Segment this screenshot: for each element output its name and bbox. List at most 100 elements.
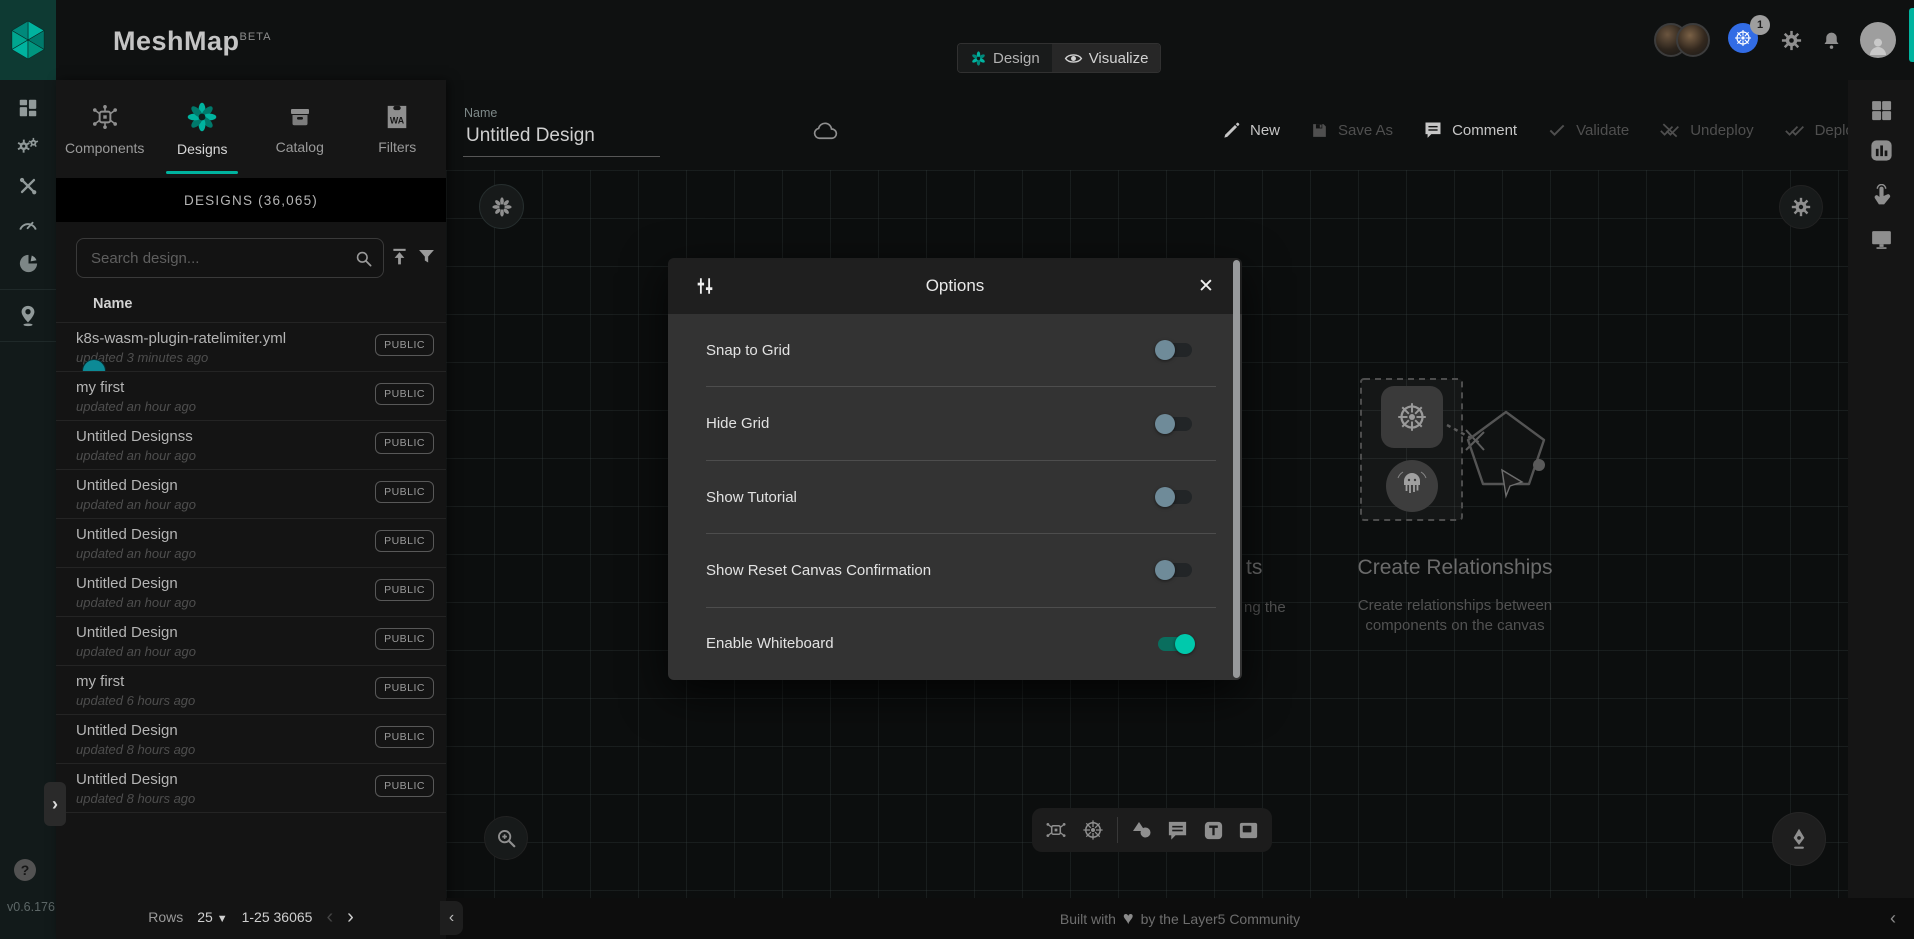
page-size-select[interactable]: 25 ▼ [197,909,227,925]
tab-designs[interactable]: Designs [154,80,252,178]
canvas-modes-fab[interactable] [479,184,524,229]
design-row[interactable]: Untitled Design updated 8 hours ago PUBL… [56,764,446,813]
screen-share-icon[interactable] [1869,227,1894,252]
design-row[interactable]: my first updated 6 hours ago PUBLIC [56,666,446,715]
tab-catalog-label: Catalog [276,139,324,155]
canvas-tool-dock [1032,808,1272,852]
settings-gear-button[interactable] [1780,29,1803,52]
show-tutorial-toggle[interactable] [1158,490,1192,504]
svg-text:WA: WA [390,116,405,126]
design-row[interactable]: Untitled Designss updated an hour ago PU… [56,421,446,470]
design-list: k8s-wasm-plugin-ratelimiter.yml updated … [56,322,446,813]
import-design-icon[interactable] [389,246,410,267]
dock-shapes-icon[interactable] [1130,818,1154,842]
tab-designs-label: Designs [177,141,228,157]
help-button[interactable]: ? [14,859,36,881]
kubernetes-context-button[interactable]: 1 [1728,23,1762,57]
nav-performance-gauge-icon[interactable] [0,205,56,244]
nav-extensions-icon[interactable] [0,244,56,283]
nav-lifecycle-gears-icon[interactable] [0,127,56,166]
undeploy-button[interactable]: Undeploy [1659,120,1753,140]
design-row[interactable]: k8s-wasm-plugin-ratelimiter.yml updated … [56,323,446,372]
design-name-input[interactable] [464,124,768,148]
app-version: v0.6.176 [7,900,55,914]
search-input[interactable] [77,250,354,267]
accent-edge-bar [1909,8,1914,62]
snap-to-grid-toggle[interactable] [1158,343,1192,357]
components-circuit-icon [90,102,120,132]
user-profile-button[interactable] [1860,22,1896,58]
search-icon[interactable] [354,249,373,268]
dock-kubernetes-icon[interactable] [1081,818,1105,842]
dock-divider [1117,817,1118,843]
bottom-panel-collapse-right[interactable]: ‹ [1890,908,1896,929]
page-range: 1-25 36065 [242,909,313,925]
footer-bar: Built with ♥ by the Layer5 Community [446,898,1914,939]
tab-filters[interactable]: WA Filters [349,80,447,178]
bottom-panel-collapse-left[interactable]: ‹ [440,901,463,935]
option-show-tutorial: Show Tutorial [668,461,1242,533]
create-relationships-illustration [1350,370,1570,570]
tab-components[interactable]: Components [56,80,154,178]
hidden-block-title-fragment: ts [1246,556,1262,580]
comment-button[interactable]: Comment [1423,120,1517,140]
pen-tool-fab[interactable] [1772,812,1826,866]
context-count-badge: 1 [1750,15,1770,35]
gear-flower-icon [491,196,513,218]
modal-scrollbar[interactable] [1233,260,1240,678]
dock-comment-icon[interactable] [1166,819,1189,842]
dock-media-icon[interactable] [1237,819,1260,842]
mode-visualize-button[interactable]: Visualize [1052,44,1161,72]
cloud-saved-icon[interactable] [812,122,839,141]
heart-icon: ♥ [1123,908,1134,929]
visibility-badge: PUBLIC [375,677,434,699]
meshery-logo[interactable] [0,0,56,80]
design-row[interactable]: Untitled Design updated 8 hours ago PUBL… [56,715,446,764]
dock-components-icon[interactable] [1044,818,1068,842]
design-row[interactable]: Untitled Design updated an hour ago PUBL… [56,617,446,666]
widgets-grid-icon[interactable] [1869,98,1894,123]
collaborator-avatars[interactable] [1654,23,1710,57]
close-icon[interactable]: ✕ [1192,272,1220,300]
option-show-reset-confirmation: Show Reset Canvas Confirmation [668,534,1242,606]
save-floppy-icon [1310,121,1329,140]
footer-prefix: Built with [1060,911,1116,927]
canvas-settings-fab[interactable] [1779,185,1823,229]
design-row[interactable]: Untitled Design updated an hour ago PUBL… [56,568,446,617]
analytics-chart-icon[interactable] [1868,137,1895,164]
touch-interact-icon[interactable] [1869,184,1894,209]
nav-meshmap-pin-icon[interactable] [0,296,56,335]
validate-button[interactable]: Validate [1547,120,1629,140]
prev-page-button[interactable]: ‹ [326,907,333,927]
visibility-badge: PUBLIC [375,530,434,552]
mode-design-button[interactable]: Design [958,44,1052,72]
next-page-button[interactable]: › [347,907,354,927]
chevron-down-icon: ▼ [217,913,228,925]
new-button[interactable]: New [1222,121,1280,140]
design-row[interactable]: Untitled Design updated an hour ago PUBL… [56,470,446,519]
tab-catalog[interactable]: Catalog [251,80,349,178]
collaborator-avatar[interactable] [1676,23,1710,57]
hide-grid-toggle[interactable] [1158,417,1192,431]
design-row[interactable]: my first updated an hour ago PUBLIC [56,372,446,421]
nav-dashboard-icon[interactable] [0,88,56,127]
options-modal-header: Options ✕ [668,258,1242,314]
filter-funnel-icon[interactable] [416,246,437,267]
drawer-expand-handle[interactable]: › [44,782,66,826]
visibility-badge: PUBLIC [375,334,434,356]
design-search [76,238,384,278]
magnifier-plus-icon [495,827,517,849]
dock-text-tool-icon[interactable] [1202,819,1225,842]
reset-canvas-confirmation-toggle[interactable] [1158,563,1192,577]
design-row[interactable]: Untitled Design updated an hour ago PUBL… [56,519,446,568]
enable-whiteboard-toggle[interactable] [1158,637,1192,651]
visibility-badge: PUBLIC [375,481,434,503]
pencil-icon [1222,121,1241,140]
tab-components-label: Components [65,140,144,156]
notifications-bell-button[interactable] [1821,30,1842,51]
zoom-fab[interactable] [484,816,528,860]
double-check-slash-icon [1659,120,1681,140]
nav-configuration-tools-icon[interactable] [0,166,56,205]
save-as-button[interactable]: Save As [1310,121,1393,140]
option-enable-whiteboard: Enable Whiteboard [668,608,1242,680]
